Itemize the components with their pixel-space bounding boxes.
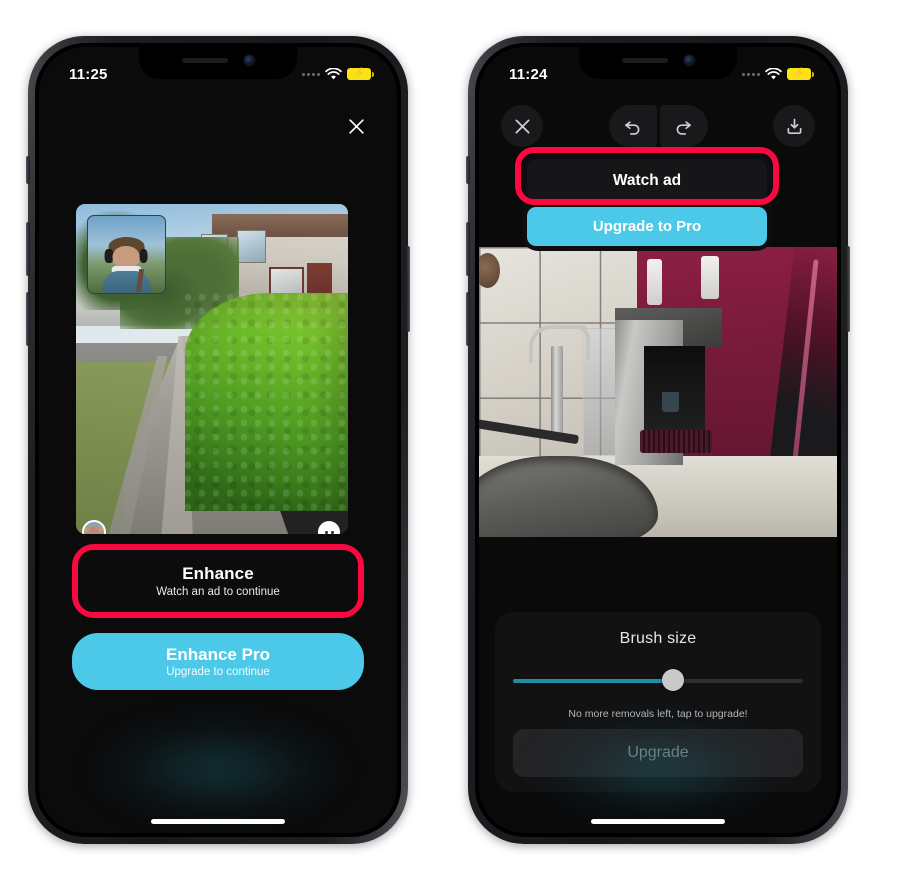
phone-left-notch (139, 47, 297, 79)
undo-redo-group (608, 105, 708, 147)
mute-switch[interactable] (466, 156, 470, 184)
wall-hook-1 (647, 258, 662, 305)
emoji-eye-right (330, 530, 334, 534)
object-removal-app-screen: Watch ad Upgrade to Pro Brush size No mo… (479, 47, 837, 833)
status-clock: 11:25 (69, 65, 108, 83)
screenshot-stage: Enhance Watch an ad to continue Enhance … (0, 0, 900, 879)
status-indicators: ⚡ (302, 67, 374, 81)
upgrade-to-pro-button[interactable]: Upgrade to Pro (527, 207, 767, 246)
editor-toolbar (501, 105, 815, 147)
download-save-icon[interactable] (773, 105, 815, 147)
enhance-pro-title: Enhance Pro (166, 645, 270, 664)
battery-charging-icon: ⚡ (347, 68, 374, 80)
phone-right-bezel: Watch ad Upgrade to Pro Brush size No mo… (475, 43, 841, 837)
volume-up-button[interactable] (26, 222, 30, 276)
brush-size-label: Brush size (619, 630, 697, 647)
dispenser-drip-tray (640, 429, 712, 453)
enhance-pro-button[interactable]: Enhance Pro Upgrade to continue (72, 633, 364, 690)
power-button[interactable] (406, 246, 410, 332)
power-button[interactable] (846, 246, 850, 332)
enhance-cta-group: Enhance Watch an ad to continue Enhance … (72, 544, 364, 690)
enhance-preview-photo[interactable] (76, 204, 348, 534)
bottom-glow (533, 719, 783, 819)
earpiece-speaker (621, 58, 668, 63)
volume-down-button[interactable] (466, 292, 470, 346)
earpiece-speaker (181, 58, 228, 63)
phone-left-screen: Enhance Watch an ad to continue Enhance … (39, 47, 397, 833)
tap-column (550, 345, 563, 439)
phone-left: Enhance Watch an ad to continue Enhance … (26, 36, 410, 844)
kitchen-scene-image (479, 247, 837, 537)
selfie-pip[interactable] (86, 214, 166, 294)
phone-right-screen: Watch ad Upgrade to Pro Brush size No mo… (479, 47, 837, 833)
signal-dots-icon (742, 72, 760, 76)
status-indicators: ⚡ (742, 67, 814, 81)
close-icon[interactable] (341, 111, 371, 141)
front-camera-icon (683, 55, 695, 66)
enhance-button-highlight: Enhance Watch an ad to continue (72, 544, 364, 618)
battery-charging-icon: ⚡ (787, 68, 814, 80)
phone-right-notch (579, 47, 737, 79)
brush-size-slider[interactable] (513, 669, 803, 692)
phone-right: Watch ad Upgrade to Pro Brush size No mo… (466, 36, 850, 844)
enhance-app-screen: Enhance Watch an ad to continue Enhance … (39, 47, 397, 833)
slider-fill (513, 679, 673, 683)
paywall-popover: Watch ad Upgrade to Pro (522, 154, 772, 251)
enhance-pro-subtitle: Upgrade to continue (166, 666, 270, 678)
redo-icon[interactable] (659, 105, 708, 147)
wall-hook-2 (700, 255, 719, 300)
enhance-button-title: Enhance (182, 564, 254, 583)
mute-switch[interactable] (26, 156, 30, 184)
phone-left-bezel: Enhance Watch an ad to continue Enhance … (35, 43, 401, 837)
emoji-eye-left (324, 530, 328, 534)
close-icon[interactable] (501, 105, 543, 147)
hedge-region (184, 293, 348, 511)
undo-icon[interactable] (608, 105, 657, 147)
signal-dots-icon (302, 72, 320, 76)
window-upper-1 (236, 230, 267, 264)
bottom-glow (93, 719, 343, 819)
wifi-icon (325, 67, 342, 79)
dispenser-cavity (643, 345, 705, 433)
volume-up-button[interactable] (466, 222, 470, 276)
wifi-icon (765, 67, 782, 79)
front-camera-icon (243, 55, 255, 66)
home-indicator[interactable] (591, 819, 725, 824)
status-clock: 11:24 (509, 65, 548, 83)
volume-down-button[interactable] (26, 292, 30, 346)
enhance-button[interactable]: Enhance Watch an ad to continue (78, 550, 358, 612)
dispenser-cup (661, 392, 680, 413)
slider-thumb[interactable] (661, 669, 684, 691)
pip-person-figure (98, 237, 155, 293)
pip-headphone-right (139, 249, 148, 263)
enhance-button-subtitle: Watch an ad to continue (156, 586, 280, 598)
object-removal-photo[interactable] (479, 247, 837, 537)
watch-ad-button[interactable]: Watch ad (527, 159, 767, 203)
home-indicator[interactable] (151, 819, 285, 824)
tap-arc-right (575, 325, 590, 361)
roof-region (212, 213, 348, 237)
